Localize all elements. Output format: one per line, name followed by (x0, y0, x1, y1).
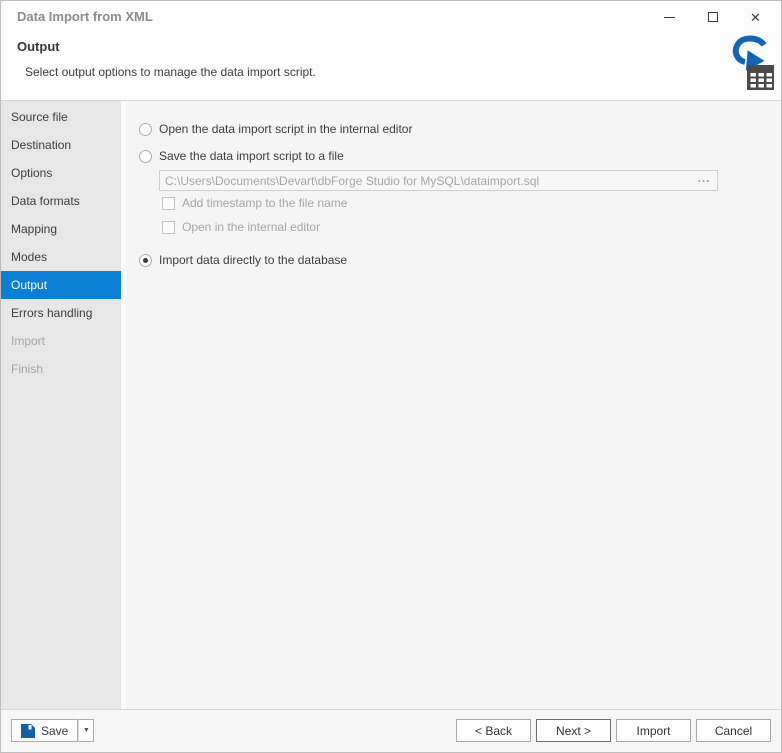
sidebar-item-errors-handling[interactable]: Errors handling (1, 299, 121, 327)
sidebar-item-data-formats[interactable]: Data formats (1, 187, 121, 215)
close-button[interactable]: ✕ (734, 1, 777, 33)
browse-ellipsis-button[interactable]: ... (694, 174, 714, 187)
sidebar-item-mapping[interactable]: Mapping (1, 215, 121, 243)
file-path-input[interactable] (160, 171, 717, 190)
sidebar-item-destination[interactable]: Destination (1, 131, 121, 159)
sidebar-item-import: Import (1, 327, 121, 355)
checkbox-row-timestamp: Add timestamp to the file name (162, 196, 347, 210)
maximize-icon (708, 12, 718, 22)
page-subtitle: Select output options to manage the data… (25, 65, 316, 79)
steps-sidebar: Source file Destination Options Data for… (1, 101, 121, 709)
wizard-body: Source file Destination Options Data for… (1, 101, 781, 709)
radio-import-directly[interactable] (139, 254, 152, 267)
wizard-nav-buttons: < Back Next > Import Cancel (456, 719, 771, 742)
data-import-wizard-dialog: Data Import from XML ✕ Output Select out… (0, 0, 782, 753)
next-button[interactable]: Next > (536, 719, 611, 742)
wizard-header: Output Select output options to manage t… (1, 33, 781, 101)
chevron-down-icon: ▼ (83, 727, 90, 734)
save-dropdown-button[interactable]: ▼ (78, 719, 94, 742)
output-options-panel: Open the data import script in the inter… (126, 101, 781, 709)
radio-row-import-direct: Import data directly to the database (139, 253, 347, 267)
checkbox-row-open-editor: Open in the internal editor (162, 220, 320, 234)
checkbox-add-timestamp[interactable] (162, 197, 175, 210)
window-title: Data Import from XML (17, 9, 153, 24)
sidebar-item-source-file[interactable]: Source file (1, 103, 121, 131)
floppy-disk-icon (21, 724, 35, 738)
maximize-button[interactable] (691, 1, 734, 33)
back-button[interactable]: < Back (456, 719, 531, 742)
save-button[interactable]: Save (11, 719, 78, 742)
radio-row-save-file: Save the data import script to a file (139, 149, 344, 163)
sidebar-item-finish: Finish (1, 355, 121, 383)
radio-open-script-internal-editor[interactable] (139, 123, 152, 136)
save-button-label: Save (41, 724, 68, 738)
file-path-field-wrap: ... (159, 170, 718, 191)
radio-row-open-editor: Open the data import script in the inter… (139, 122, 412, 136)
sidebar-item-output[interactable]: Output (1, 271, 121, 299)
save-split-button: Save ▼ (11, 719, 94, 742)
minimize-icon (664, 17, 675, 18)
radio-import-directly-label[interactable]: Import data directly to the database (159, 253, 347, 267)
footer-bar: Save ▼ < Back Next > Import Cancel (1, 709, 781, 752)
radio-save-script-to-file[interactable] (139, 150, 152, 163)
titlebar: Data Import from XML ✕ (1, 1, 781, 33)
radio-save-script-label[interactable]: Save the data import script to a file (159, 149, 344, 163)
window-controls: ✕ (648, 1, 777, 33)
checkbox-add-timestamp-label[interactable]: Add timestamp to the file name (182, 196, 347, 210)
radio-open-script-label[interactable]: Open the data import script in the inter… (159, 122, 412, 136)
checkbox-open-internal-editor-label[interactable]: Open in the internal editor (182, 220, 320, 234)
sidebar-item-options[interactable]: Options (1, 159, 121, 187)
data-import-table-icon (724, 35, 774, 93)
close-icon: ✕ (750, 11, 761, 24)
checkbox-open-internal-editor[interactable] (162, 221, 175, 234)
import-button[interactable]: Import (616, 719, 691, 742)
cancel-button[interactable]: Cancel (696, 719, 771, 742)
page-title: Output (17, 39, 60, 54)
minimize-button[interactable] (648, 1, 691, 33)
sidebar-item-modes[interactable]: Modes (1, 243, 121, 271)
